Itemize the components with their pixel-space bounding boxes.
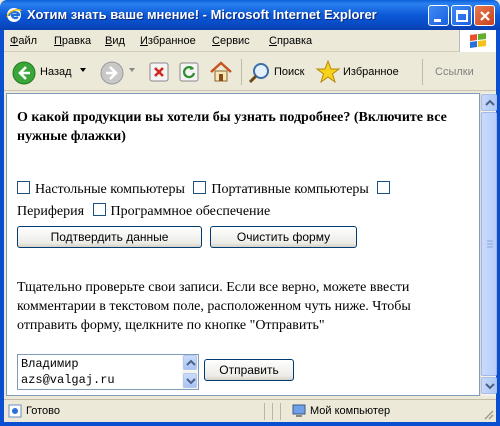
window-title: Хотим знать ваше мнение! - Microsoft Int… [27,7,377,22]
search-icon [248,63,269,84]
windows-logo-icon [459,30,496,52]
checkbox-software[interactable] [92,203,106,216]
status-separator [264,403,265,420]
menu-tools[interactable]: Сервис [212,35,250,47]
back-label[interactable]: Назад [40,66,72,78]
forward-button[interactable] [100,61,124,88]
toolbar-separator [241,59,242,85]
back-arrow-icon [12,61,36,85]
menu-bar: Файл Правка Вид Избранное Сервис Справка [4,30,496,52]
option-label: Портативные компьютеры [211,182,369,197]
page-scrollbar[interactable] [480,93,497,396]
toolbar-separator [422,59,423,85]
textarea-scrollbar[interactable] [182,355,198,389]
feedback-form: О какой продукции вы хотели бы узнать по… [17,108,467,390]
comments-textarea[interactable]: Владимир azs@valgaj.ru [17,354,199,390]
product-options: Настольные компьютеры Портативные компью… [17,179,465,223]
menu-favorites[interactable]: Избранное [140,35,196,47]
menu-help[interactable]: Справка [269,35,312,47]
status-text: Готово [26,405,60,417]
favorites-label[interactable]: Избранное [343,66,399,78]
computer-icon [291,404,307,421]
forward-arrow-icon [100,61,124,85]
forward-dropdown-icon[interactable] [128,65,136,77]
page-done-icon [8,404,22,421]
refresh-button[interactable] [178,61,200,86]
resize-grip-icon[interactable] [482,408,494,423]
title-bar[interactable]: Хотим знать ваше мнение! - Microsoft Int… [0,0,500,30]
menu-view[interactable]: Вид [105,35,125,47]
form-question: О какой продукции вы хотели бы узнать по… [17,110,447,144]
menu-edit[interactable]: Правка [54,35,91,47]
back-dropdown-icon[interactable] [79,65,87,77]
home-icon [210,61,232,82]
clear-form-button[interactable]: Очистить форму [210,226,357,248]
option-label: Программное обеспечение [110,204,271,219]
stop-icon [149,62,169,82]
links-label[interactable]: Ссылки [435,66,474,78]
scroll-up-icon[interactable] [183,355,197,370]
window-frame-bottom [0,422,500,426]
checkbox-laptops[interactable] [193,181,207,194]
comment-line: azs@valgaj.ru [21,373,115,387]
submit-data-button[interactable]: Подтвердить данные [17,226,202,248]
back-button[interactable] [12,61,36,88]
stop-button[interactable] [148,61,170,86]
option-label: Периферия [17,204,85,219]
comment-line: Владимир [21,357,79,371]
toolbar: Назад Поиск Избранное Ссылки [4,53,496,91]
page-content: О какой продукции вы хотели бы узнать по… [6,93,480,396]
ie-logo-icon [6,7,22,23]
favorites-button[interactable] [315,59,341,88]
minimize-button[interactable] [428,5,449,26]
scroll-thumb[interactable] [481,112,497,376]
send-button[interactable]: Отправить [204,359,294,381]
status-separator [272,403,273,420]
star-icon [315,59,341,84]
refresh-icon [179,62,199,82]
checkbox-desktops[interactable] [17,181,30,194]
status-separator [280,403,281,420]
status-bar: Готово Мой компьютер [4,399,496,422]
close-button[interactable] [474,5,495,26]
option-label: Настольные компьютеры [35,182,185,197]
scroll-up-icon[interactable] [481,94,497,111]
maximize-button[interactable] [451,5,472,26]
home-button[interactable] [208,59,234,88]
scroll-down-icon[interactable] [481,377,497,394]
menu-file[interactable]: Файл [10,35,37,47]
security-zone: Мой компьютер [310,405,391,417]
search-label[interactable]: Поиск [274,66,304,78]
checkbox-peripherals[interactable] [377,181,391,194]
instructions-text: Тщательно проверьте свои записи. Если вс… [17,280,411,333]
scroll-down-icon[interactable] [183,373,197,388]
search-button[interactable] [248,61,272,88]
